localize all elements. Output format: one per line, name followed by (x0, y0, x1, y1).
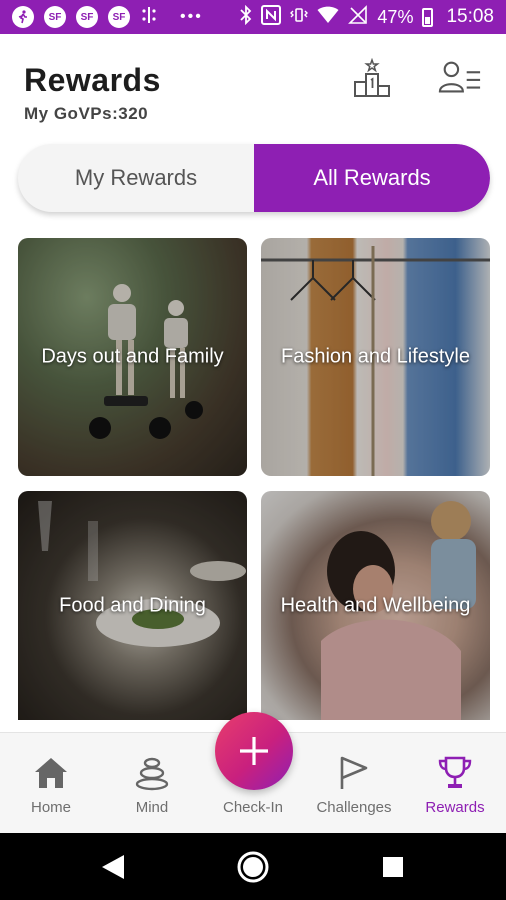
nav-label: Mind (135, 799, 169, 816)
home-icon (31, 753, 71, 793)
recents-button[interactable] (373, 847, 413, 887)
home-circle-icon (237, 851, 269, 883)
status-bar-notifications: SF SF SF (12, 6, 158, 28)
sf-icon: SF (76, 6, 98, 28)
status-bar: SF SF SF ••• 47% 15:08 (0, 0, 506, 34)
more-dots-icon: ••• (180, 8, 203, 25)
system-home-button[interactable] (233, 847, 273, 887)
profile-list-icon (438, 61, 481, 93)
stones-icon (132, 753, 172, 793)
bluetooth-icon (240, 4, 252, 30)
rewards-toggle: My Rewards All Rewards (18, 144, 490, 212)
fitness-icon (140, 6, 158, 28)
no-signal-icon (348, 4, 368, 30)
nav-label: Challenges (316, 799, 392, 816)
nav-item-home[interactable]: Home (6, 733, 96, 834)
nav-label: Home (30, 799, 71, 816)
recents-icon (383, 857, 403, 877)
category-label: Days out and Family (41, 345, 224, 368)
nav-item-rewards[interactable]: Rewards (410, 733, 500, 834)
category-label: Food and Dining (59, 594, 206, 616)
rewards-screen: SF SF SF ••• 47% 15:08 Rewards My GoVPs:… (0, 0, 506, 900)
tab-all-rewards[interactable]: All Rewards (254, 144, 490, 212)
nav-item-challenges[interactable]: Challenges (309, 733, 399, 834)
nav-item-mind[interactable]: Mind (107, 733, 197, 834)
profile-button[interactable] (438, 56, 482, 100)
nav-label: Check-In (222, 799, 284, 816)
category-card-days-out[interactable]: Days out and Family (18, 238, 247, 476)
plus-icon (240, 737, 268, 765)
sf-icon: SF (44, 6, 66, 28)
leaderboard-button[interactable] (350, 56, 394, 100)
nav-label: Rewards (425, 799, 485, 816)
check-in-button[interactable] (215, 712, 293, 790)
nfc-icon (261, 4, 282, 30)
battery-icon (422, 7, 434, 27)
flag-icon (334, 753, 374, 793)
sf-icon: SF (108, 6, 130, 28)
category-label: Fashion and Lifestyle (280, 345, 470, 368)
clock: 15:08 (446, 6, 494, 27)
trophy-icon (435, 753, 475, 793)
back-button[interactable] (93, 847, 133, 887)
system-navigation-bar (0, 833, 506, 900)
category-card-food[interactable]: Food and Dining (18, 491, 247, 720)
tab-my-rewards[interactable]: My Rewards (18, 144, 254, 212)
wifi-icon (317, 6, 339, 29)
walk-icon (12, 6, 34, 28)
back-icon (102, 855, 124, 879)
points-balance: My GoVPs:320 (24, 104, 149, 123)
vibrate-icon (290, 6, 309, 29)
category-card-fashion[interactable]: Fashion and Lifestyle (261, 238, 490, 476)
battery-percent: 47% (377, 6, 414, 27)
category-label: Health and Wellbeing (280, 594, 471, 616)
page-title: Rewards (24, 62, 161, 98)
podium-icon (354, 58, 390, 97)
status-bar-system: 47% 15:08 (240, 4, 494, 30)
category-card-health[interactable]: Health and Wellbeing (261, 491, 490, 720)
